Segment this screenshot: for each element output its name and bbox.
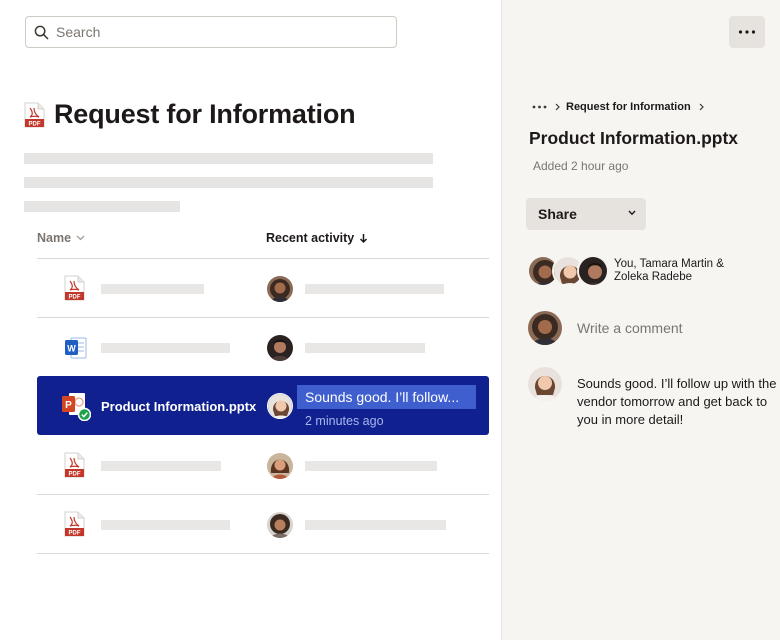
more-horizontal-icon (738, 30, 756, 34)
chevron-down-icon (628, 210, 636, 216)
avatar (267, 276, 293, 302)
shared-with-line: Zoleka Radebe (614, 271, 692, 283)
table-row[interactable]: PDF (37, 495, 489, 554)
page-title: Request for Information (54, 99, 356, 129)
comment-text: Sounds good. I’ll follow up with the ven… (577, 376, 777, 427)
activity-placeholder (305, 284, 444, 294)
powerpoint-file-icon: P (62, 393, 91, 421)
activity-comment-preview: Sounds good. I’ll follow... (297, 385, 476, 409)
activity-placeholder (305, 461, 437, 471)
chevron-right-icon (699, 103, 704, 111)
shared-with-line: You, Tamara Martin & (614, 258, 724, 270)
table-row[interactable]: PDF (37, 436, 489, 495)
share-button[interactable]: Share (526, 198, 646, 230)
comment-input[interactable]: Write a comment (577, 320, 683, 336)
more-horizontal-icon[interactable] (532, 105, 547, 109)
avatar (267, 393, 293, 419)
svg-text:W: W (67, 344, 76, 354)
column-header-recent-label: Recent activity (266, 231, 355, 245)
breadcrumb-parent-link[interactable]: Request for Information (566, 101, 691, 113)
avatar (267, 453, 293, 479)
table-row[interactable]: PDF (37, 259, 489, 318)
table-divider (37, 553, 489, 554)
file-title: Product Information.pptx (529, 128, 739, 148)
description-placeholder-line (24, 177, 433, 188)
file-name-placeholder (101, 284, 204, 294)
avatar (267, 335, 293, 361)
table-row-selected[interactable]: P Product Information.pptx Sounds good. … (37, 376, 489, 435)
search-input[interactable] (56, 24, 376, 40)
search-icon (34, 25, 49, 39)
column-header-name[interactable]: Name (37, 231, 85, 245)
pdf-file-icon: PDF (24, 102, 45, 127)
pdf-file-icon: PDF (64, 452, 85, 478)
svg-text:PDF: PDF (29, 121, 41, 127)
chevron-down-icon (76, 235, 85, 241)
column-header-name-label: Name (37, 231, 72, 245)
file-name-placeholder (101, 343, 230, 353)
search-bar[interactable] (25, 16, 397, 48)
description-placeholder-line (24, 201, 180, 212)
svg-text:PDF: PDF (69, 295, 81, 301)
avatar (528, 367, 562, 401)
avatar (577, 255, 609, 287)
shared-with-avatars[interactable] (527, 255, 609, 287)
svg-text:PDF: PDF (69, 472, 81, 478)
svg-text:PDF: PDF (69, 531, 81, 537)
share-button-label: Share (538, 206, 577, 222)
avatar (528, 311, 562, 345)
file-browser-pane: PDF Request for Information Name Recent … (0, 0, 500, 640)
file-name: Product Information.pptx (101, 399, 257, 414)
more-options-button[interactable] (729, 16, 765, 48)
description-placeholder-line (24, 153, 433, 164)
pdf-file-icon: PDF (64, 511, 85, 537)
chevron-right-icon (555, 103, 560, 111)
activity-timestamp: 2 minutes ago (305, 414, 384, 428)
folder-header: PDF Request for Information (24, 99, 356, 130)
column-header-recent-activity[interactable]: Recent activity (266, 231, 368, 245)
activity-placeholder (305, 520, 446, 530)
sort-arrow-down-icon (360, 233, 368, 243)
svg-text:P: P (65, 400, 72, 411)
table-row[interactable]: W (37, 318, 489, 377)
file-name-placeholder (101, 461, 221, 471)
activity-comment-text: Sounds good. I’ll follow... (305, 389, 460, 405)
activity-placeholder (305, 343, 425, 353)
avatar (267, 512, 293, 538)
file-name-placeholder (101, 520, 230, 530)
pdf-file-icon: PDF (64, 275, 85, 301)
added-timestamp: Added 2 hour ago (533, 159, 629, 173)
word-file-icon: W (65, 337, 87, 359)
breadcrumb: Request for Information (532, 101, 710, 113)
shared-with-names: You, Tamara Martin & Zoleka Radebe (614, 258, 754, 284)
file-details-panel: Request for Information Product Informat… (501, 0, 780, 640)
